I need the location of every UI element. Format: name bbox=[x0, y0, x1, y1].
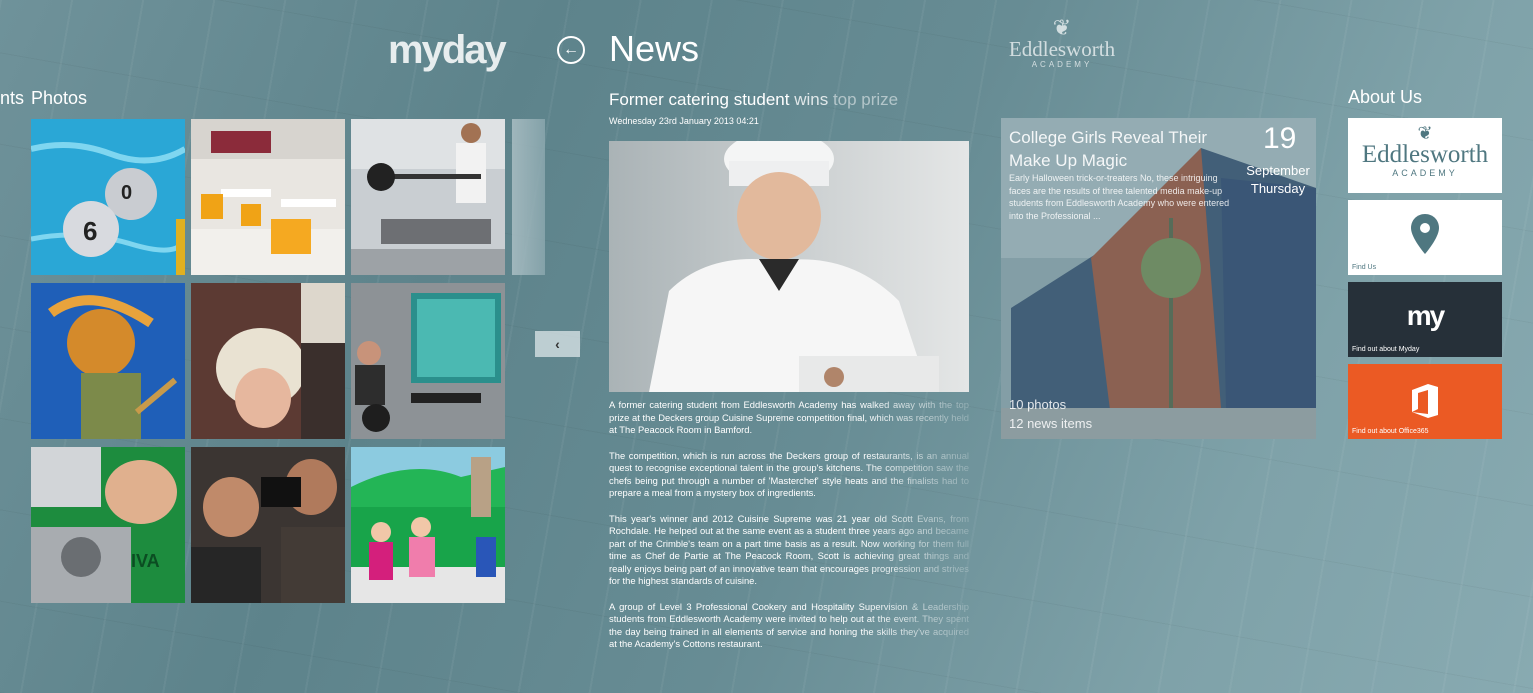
article-paragraph: This year's winner and 2012 Cuisine Supr… bbox=[609, 512, 969, 587]
headline-part: wins bbox=[794, 90, 833, 109]
previous-nav-button[interactable]: ‹ bbox=[535, 331, 580, 357]
event-photos-count: 10 photos bbox=[1009, 397, 1067, 412]
svg-text:0: 0 bbox=[121, 182, 132, 204]
myday-logo[interactable]: myday bbox=[388, 28, 507, 73]
school-logo: ❦ Eddlesworth ACADEMY bbox=[1002, 15, 1122, 70]
water-polo-photo[interactable]: 60 bbox=[31, 119, 185, 275]
wolf-icon: ❦ bbox=[1052, 15, 1072, 40]
myday-mark-icon: my bbox=[1406, 300, 1445, 331]
tile-logo-sub: ACADEMY bbox=[1392, 168, 1458, 178]
next-photo-peek[interactable] bbox=[512, 119, 545, 275]
svg-text:IVA: IVA bbox=[131, 551, 160, 571]
cafeteria-photo[interactable] bbox=[191, 119, 345, 275]
previous-section-label[interactable]: nts bbox=[0, 88, 24, 109]
map-pin-icon bbox=[1411, 214, 1439, 254]
event-title: College Girls Reveal Their Make Up Magic bbox=[1009, 128, 1208, 170]
event-tile[interactable]: College Girls Reveal Their Make Up Magic… bbox=[1001, 118, 1316, 439]
event-month: September bbox=[1246, 163, 1310, 178]
office365-label: Find out about Office365 bbox=[1352, 428, 1429, 435]
article-headline: Former catering student wins top prize bbox=[609, 90, 969, 110]
article-paragraph: The competition, which is run across the… bbox=[609, 449, 969, 499]
school-logo-tile[interactable]: ❦ Eddlesworth ACADEMY bbox=[1348, 118, 1502, 193]
children-greenscreen-photo[interactable] bbox=[351, 447, 505, 603]
article-body: A former catering student from Eddleswor… bbox=[609, 399, 969, 664]
gym-bench-press-photo[interactable] bbox=[351, 119, 505, 275]
article-chef-image bbox=[609, 141, 969, 392]
about-section-title[interactable]: About Us bbox=[1348, 87, 1422, 108]
event-weekday: Thursday bbox=[1250, 181, 1306, 196]
office-icon bbox=[1412, 384, 1438, 418]
computer-lab-photo[interactable] bbox=[351, 283, 505, 439]
wolf-icon: ❦ bbox=[1417, 123, 1433, 143]
article-date: Wednesday 23rd January 2013 04:21 bbox=[609, 116, 759, 126]
event-excerpt: Early Halloween trick-or-treaters No, th… bbox=[1009, 173, 1230, 221]
office365-tile[interactable]: Find out about Office365 bbox=[1348, 364, 1502, 439]
headline-part: top prize bbox=[832, 90, 899, 109]
hairdressing-photo[interactable] bbox=[191, 283, 345, 439]
myday-info-label: Find out about Myday bbox=[1352, 346, 1420, 353]
article-paragraph: A group of Level 3 Professional Cookery … bbox=[609, 600, 969, 650]
mechanic-photo[interactable]: IVA bbox=[31, 447, 185, 603]
school-logo-name: Eddlesworth bbox=[1008, 37, 1116, 61]
camera-crew-photo[interactable] bbox=[191, 447, 345, 603]
headline-part: Former catering student bbox=[609, 90, 795, 109]
page-title: News bbox=[609, 28, 700, 69]
event-day: 19 bbox=[1263, 122, 1297, 155]
back-button[interactable]: ← bbox=[557, 36, 585, 64]
event-news-count: 12 news items bbox=[1009, 416, 1093, 431]
school-logo-sub: ACADEMY bbox=[1031, 60, 1093, 69]
find-us-label: Find Us bbox=[1352, 264, 1377, 271]
tile-logo-name: Eddlesworth bbox=[1361, 141, 1489, 168]
svg-text:6: 6 bbox=[83, 216, 97, 246]
photo-grid: 60 IVA bbox=[31, 119, 506, 603]
guitarist-photo[interactable] bbox=[31, 283, 185, 439]
find-us-tile[interactable]: Find Us bbox=[1348, 200, 1502, 275]
back-arrow-icon: ← bbox=[563, 41, 579, 58]
photos-section-title[interactable]: Photos bbox=[31, 88, 87, 109]
myday-info-tile[interactable]: my Find out about Myday bbox=[1348, 282, 1502, 357]
article-paragraph: A former catering student from Eddleswor… bbox=[609, 399, 969, 435]
chevron-left-icon: ‹ bbox=[555, 336, 560, 352]
